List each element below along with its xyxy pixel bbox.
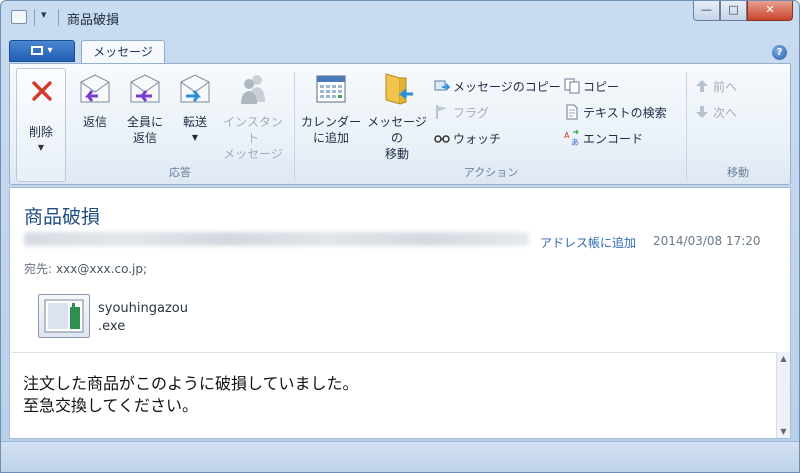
to-label: 宛先:	[24, 262, 53, 276]
arrow-down-icon	[696, 106, 708, 118]
people-icon	[241, 75, 265, 104]
reply-all-label-2: 返信	[132, 131, 157, 145]
attachment-file-icon	[44, 299, 84, 333]
respond-group-label: 応答	[169, 166, 191, 179]
glasses-icon	[434, 135, 450, 143]
divider	[58, 9, 59, 26]
body-line-2: 至急交換してください。	[23, 396, 199, 415]
copy-label: コピー	[583, 80, 620, 94]
message-subject: 商品破損	[24, 206, 101, 228]
mail-app-icon[interactable]	[11, 10, 27, 24]
reply-envelope-icon	[80, 74, 110, 103]
attachment-icon[interactable]	[38, 294, 90, 338]
actions-group-label: アクション	[463, 166, 519, 179]
move-label-2: 移動	[384, 147, 409, 161]
close-button[interactable]: ✕	[747, 1, 793, 21]
window-controls: — □ ✕	[693, 1, 793, 21]
help-icon[interactable]: ?	[772, 45, 787, 60]
attachment-name-line2: .exe	[98, 319, 126, 334]
calendar-label-1: カレンダー	[300, 115, 361, 129]
find-text-label: テキストの検索	[583, 106, 667, 120]
divider	[34, 9, 35, 26]
chevron-down-icon: ▼	[37, 143, 45, 152]
forward-envelope-icon	[180, 74, 210, 103]
ribbon-tab-row: ▾ メッセージ ?	[1, 37, 799, 63]
reply-all-label-1: 全員に	[126, 115, 163, 129]
arrow-up-icon	[696, 80, 708, 92]
message-timestamp: 2014/03/08 17:20	[653, 234, 761, 248]
calendar-icon	[316, 75, 346, 103]
forward-label: 転送	[182, 115, 207, 129]
minimize-button[interactable]: —	[693, 1, 720, 21]
instant-label-2: メッセージ	[223, 147, 283, 161]
mail-window: ▾ 商品破損 — □ ✕ ▾ メッセージ ? 削除 ▼ 返信 全員に 返信 転送…	[0, 0, 800, 473]
menu-icon	[31, 45, 44, 55]
recipient-line: 宛先: xxx@xxx.co.jp;	[24, 260, 147, 277]
to-value[interactable]: xxx@xxx.co.jp;	[56, 262, 147, 276]
encode-button[interactable]: A あ エンコード	[564, 130, 643, 148]
attachment-name[interactable]: syouhingazou .exe	[98, 300, 188, 336]
encode-label: エンコード	[583, 132, 644, 146]
forward-button[interactable]: 転送 ▼	[172, 72, 218, 146]
message-body[interactable]: 注文した商品がこのように破損していました。 至急交換してください。	[11, 352, 779, 437]
svg-text:あ: あ	[571, 138, 579, 146]
group-divider	[686, 72, 687, 180]
quick-access-dropdown-icon[interactable]: ▾	[41, 8, 47, 21]
next-label: 次へ	[713, 106, 738, 120]
copy-message-icon	[434, 80, 450, 91]
reply-all-button[interactable]: 全員に 返信	[120, 72, 170, 146]
copy-button[interactable]: コピー	[564, 78, 619, 96]
previous-button[interactable]: 前へ	[694, 78, 737, 96]
maximize-button[interactable]: □	[720, 1, 747, 21]
flag-icon	[436, 105, 447, 119]
sender-redacted	[24, 232, 529, 246]
ribbon: 削除 ▼ 返信 全員に 返信 転送 ▼ インスタント メッセージ 応答 カレンダ…	[9, 63, 791, 185]
previous-label: 前へ	[713, 80, 738, 94]
reply-label: 返信	[82, 115, 107, 129]
message-pane: 商品破損 アドレス帳に追加 2014/03/08 17:20 宛先: xxx@xx…	[9, 187, 791, 439]
vertical-scrollbar[interactable]: ▲ ▼	[776, 352, 790, 438]
delete-x-icon	[32, 81, 52, 101]
title-bar: ▾ 商品破損 — □ ✕	[1, 1, 799, 35]
reply-all-envelope-icon	[130, 74, 160, 103]
encode-icon: A あ	[564, 130, 579, 146]
watch-label: ウォッチ	[453, 132, 502, 146]
app-menu-button[interactable]: ▾	[9, 40, 75, 62]
folder-move-icon	[385, 73, 413, 105]
add-to-calendar-button[interactable]: カレンダー に追加	[300, 72, 362, 146]
tab-message[interactable]: メッセージ	[81, 40, 165, 63]
reply-button[interactable]: 返信	[72, 72, 118, 130]
copy-message-button[interactable]: メッセージのコピー	[434, 78, 561, 96]
message-body-text: 注文した商品がこのように破損していました。 至急交換してください。	[23, 373, 359, 417]
flag-button[interactable]: フラグ	[434, 104, 489, 122]
watch-button[interactable]: ウォッチ	[434, 130, 501, 148]
group-divider	[294, 72, 295, 180]
status-bar	[1, 441, 799, 472]
calendar-label-2: に追加	[312, 131, 349, 145]
move-group-label: 移動	[727, 166, 749, 179]
find-text-button[interactable]: テキストの検索	[564, 104, 667, 122]
delete-button[interactable]: 削除 ▼	[16, 68, 66, 182]
add-to-contacts-link[interactable]: アドレス帳に追加	[540, 234, 636, 251]
move-label-1: メッセージの	[367, 115, 427, 145]
scroll-down-icon[interactable]: ▼	[777, 425, 790, 438]
chevron-down-icon: ▼	[191, 133, 199, 142]
move-message-button[interactable]: メッセージの 移動	[362, 72, 432, 162]
instant-label-1: インスタント	[223, 115, 283, 145]
window-title: 商品破損	[67, 13, 120, 28]
flag-label: フラグ	[453, 106, 490, 120]
copy-message-label: メッセージのコピー	[453, 80, 561, 94]
scroll-up-icon[interactable]: ▲	[777, 352, 790, 365]
document-icon	[566, 104, 578, 120]
next-button[interactable]: 次へ	[694, 104, 737, 122]
instant-message-button[interactable]: インスタント メッセージ	[218, 72, 288, 162]
svg-text:A: A	[564, 131, 570, 140]
copy-icon	[564, 78, 580, 94]
body-line-1: 注文した商品がこのように破損していました。	[23, 374, 359, 393]
attachment-name-line1: syouhingazou	[98, 301, 188, 316]
delete-label: 削除	[28, 125, 53, 139]
